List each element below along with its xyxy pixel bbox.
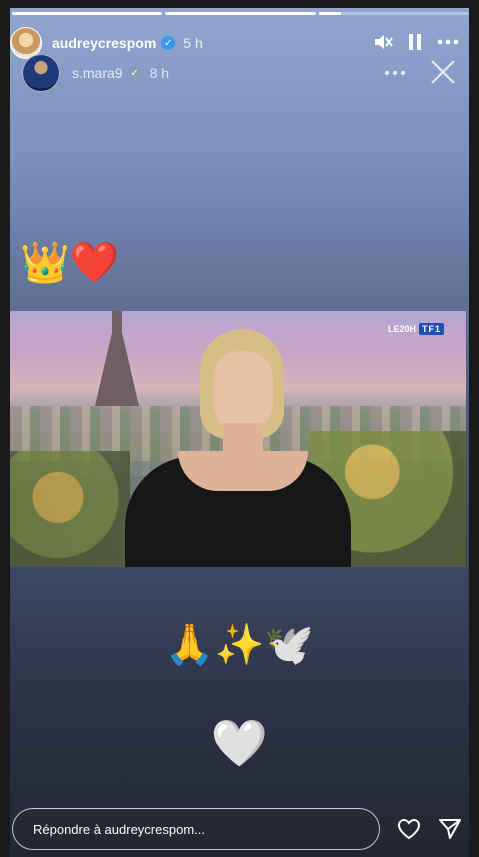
verified-icon: ✓ <box>161 36 176 50</box>
mute-icon[interactable] <box>373 32 393 52</box>
story-progress <box>12 12 469 15</box>
reshared-time: 8 h <box>149 65 170 81</box>
pause-icon[interactable] <box>407 33 423 51</box>
emoji-sticker-prayer-sparkles-dove: 🙏✨🕊️ <box>164 623 315 667</box>
eiffel-tower-top <box>112 311 122 331</box>
channel-badge: LE20H TF1 <box>388 323 444 335</box>
emoji-sticker-crown-heart: 👑❤️ <box>20 241 120 285</box>
author-username[interactable]: audreycrespom <box>52 35 156 51</box>
verified-icon: ✓ <box>127 66 142 80</box>
reshared-story-header: s.mara9 ✓ 8 h <box>22 54 462 92</box>
trees-left <box>10 451 130 567</box>
send-icon[interactable] <box>438 818 462 845</box>
story-header: audreycrespom ✓ 5 h <box>10 27 465 59</box>
more-icon[interactable] <box>437 39 459 45</box>
progress-fill <box>318 12 342 15</box>
presenter-face <box>213 351 273 433</box>
progress-segment <box>318 12 469 15</box>
reshared-avatar[interactable] <box>22 54 60 92</box>
channel-logo: TF1 <box>418 323 444 335</box>
heart-icon[interactable] <box>397 818 421 845</box>
reply-input[interactable]: Répondre à audreycrespom... <box>12 808 380 850</box>
progress-fill <box>12 12 163 15</box>
post-time: 5 h <box>183 35 203 51</box>
close-icon[interactable] <box>430 59 456 90</box>
progress-segment <box>12 12 163 15</box>
progress-fill <box>165 12 316 15</box>
video-frame[interactable]: LE20H TF1 <box>10 311 466 567</box>
emoji-sticker-white-heart: 🤍 <box>210 717 269 769</box>
progress-segment <box>165 12 316 15</box>
channel-text: LE20H <box>387 324 416 334</box>
more-icon[interactable] <box>384 63 406 81</box>
reshared-username[interactable]: s.mara9 <box>72 65 123 81</box>
presenter-shoulders <box>178 451 308 491</box>
reply-placeholder: Répondre à audreycrespom... <box>33 821 205 837</box>
